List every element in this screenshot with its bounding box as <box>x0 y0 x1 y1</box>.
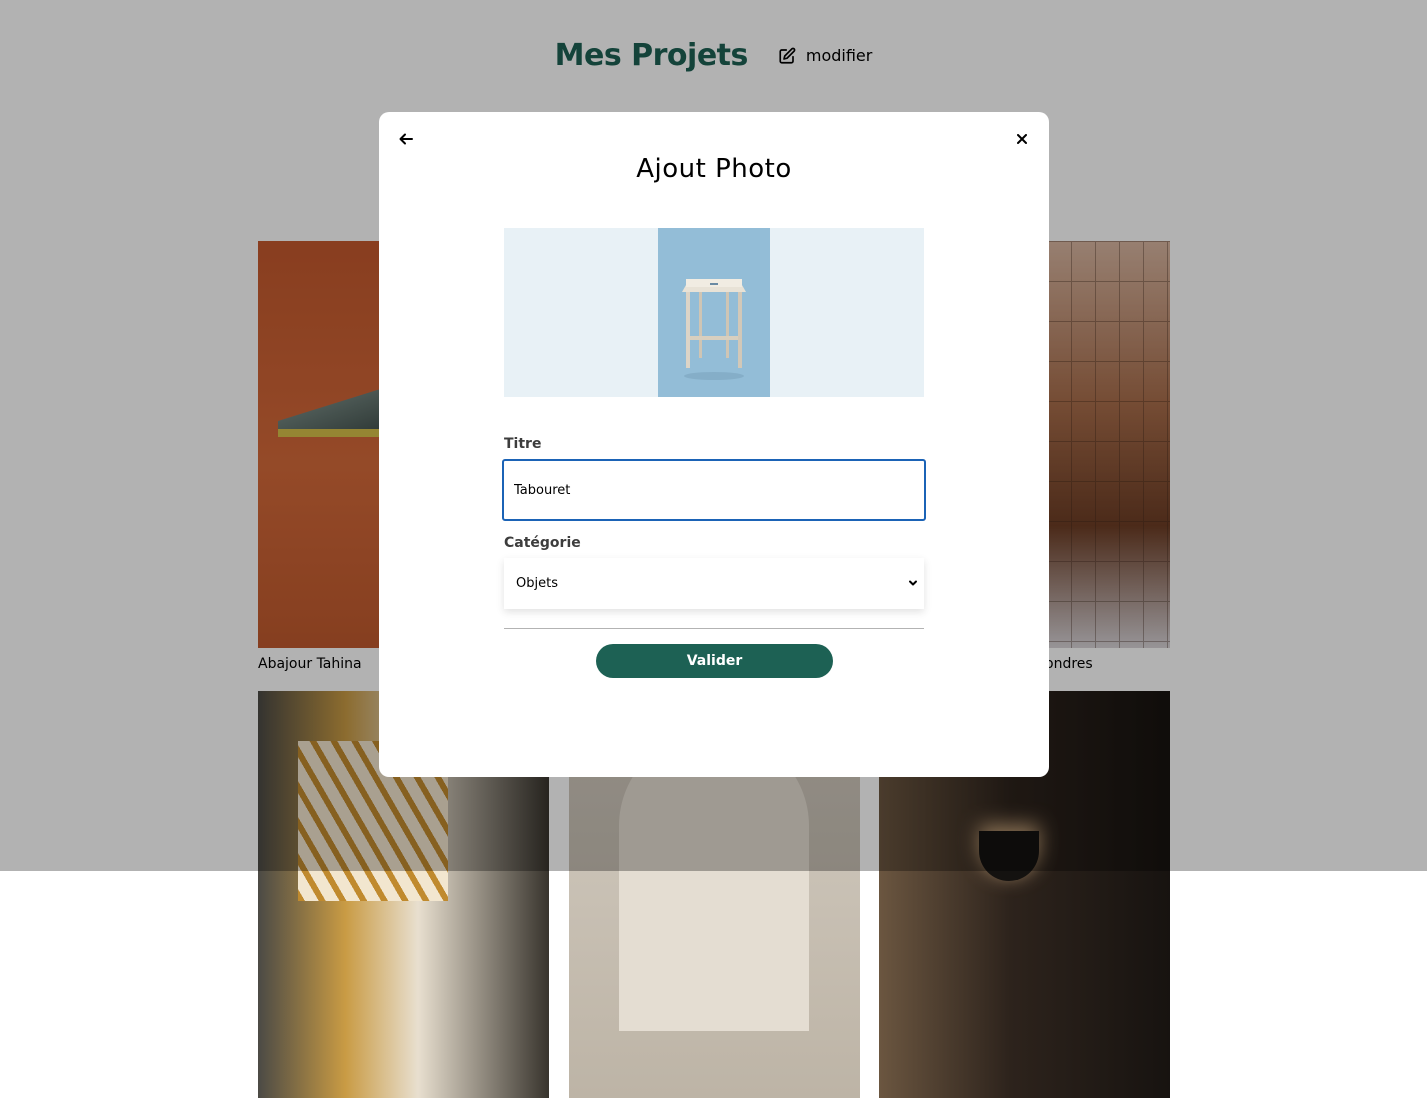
back-button[interactable] <box>396 129 416 149</box>
form-divider <box>504 628 924 629</box>
stool-image <box>658 228 770 397</box>
submit-button[interactable]: Valider <box>596 644 833 678</box>
add-photo-form: Titre Catégorie Objets <box>502 436 926 629</box>
photo-upload-zone[interactable] <box>504 228 924 397</box>
category-label: Catégorie <box>504 535 581 551</box>
arrow-left-icon <box>399 133 413 145</box>
close-button[interactable] <box>1012 129 1032 149</box>
title-label: Titre <box>504 436 542 452</box>
photo-preview <box>658 228 770 397</box>
modal-title: Ajout Photo <box>636 154 792 184</box>
chevron-down-icon <box>909 580 917 586</box>
add-photo-modal: Ajout Photo Titre Catégorie Objets <box>379 112 1049 777</box>
category-select[interactable]: Objets <box>504 558 924 609</box>
category-selected-value: Objets <box>516 576 558 591</box>
title-input[interactable] <box>502 459 926 521</box>
close-icon <box>1017 134 1027 144</box>
